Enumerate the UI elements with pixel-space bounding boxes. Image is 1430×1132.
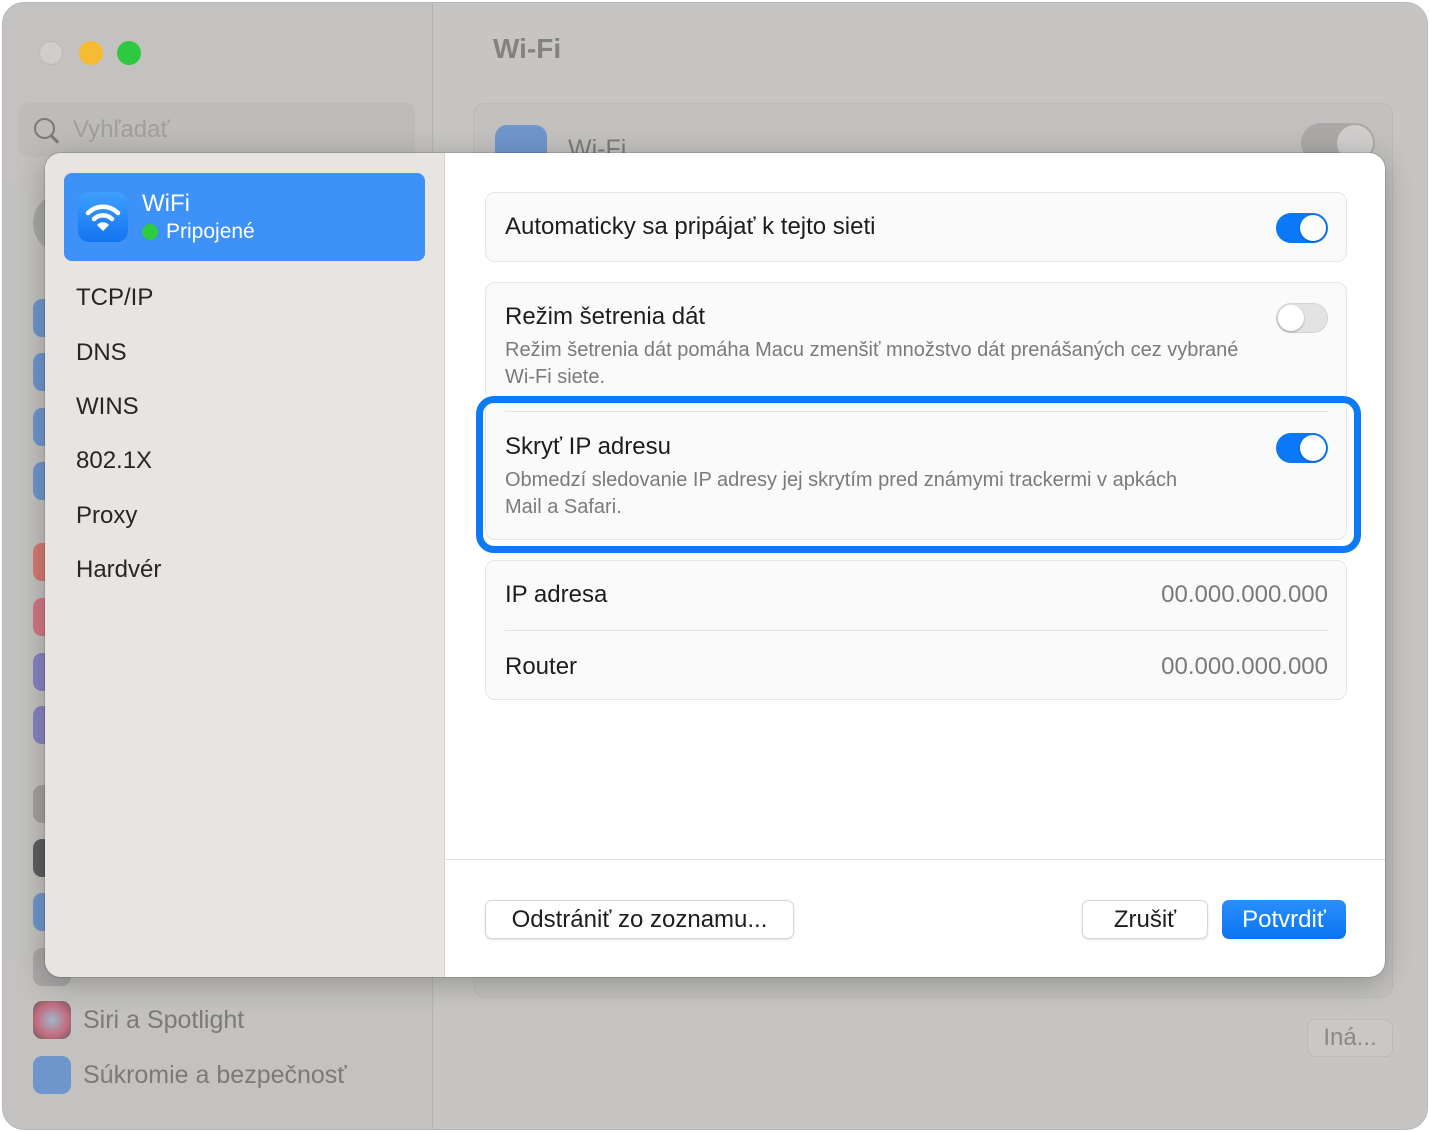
wifi-icon [78,192,128,242]
nav-item-tcpip[interactable]: TCP/IP [76,271,161,325]
low-data-toggle[interactable] [1276,303,1328,333]
privacy-settings-group: Režim šetrenia dát Režim šetrenia dát po… [485,282,1347,540]
dialog-sidebar: WiFi Pripojené TCP/IP DNS WINS 802.1X Pr… [45,153,445,977]
ip-address-value: 00.000.000.000 [1161,581,1328,608]
ip-address-label: IP adresa [505,581,608,608]
hide-ip-description: Obmedzí sledovanie IP adresy jej skrytím… [505,469,1178,518]
sidebar-item-privacy[interactable]: Súkromie a bezpečnosť [83,1061,347,1090]
window-close-button[interactable] [39,41,63,65]
nav-item-8021x[interactable]: 802.1X [76,434,161,488]
network-details-dialog: WiFi Pripojené TCP/IP DNS WINS 802.1X Pr… [45,153,1385,977]
forget-network-button[interactable]: Odstrániť zo zoznamu... [485,900,794,939]
footer-divider [446,859,1385,860]
search-icon [33,117,59,143]
sidebar-item-siri[interactable]: Siri a Spotlight [83,1006,244,1035]
connection-status: Pripojené [166,220,255,243]
router-value: 00.000.000.000 [1161,653,1328,680]
row-divider [505,411,1328,412]
auto-join-toggle[interactable] [1276,213,1328,243]
router-label: Router [505,653,578,680]
low-data-label: Režim šetrenia dát [505,303,706,330]
row-divider [505,630,1328,631]
sidebar-item-wifi[interactable]: WiFi Pripojené [64,173,425,261]
window-minimize-button[interactable] [79,41,103,65]
nav-item-proxy[interactable]: Proxy [76,489,161,543]
ok-button[interactable]: Potvrdiť [1222,900,1346,939]
nav-item-hardware[interactable]: Hardvér [76,543,161,597]
siri-icon[interactable] [33,1001,71,1039]
connected-status-dot [142,224,158,240]
cancel-button[interactable]: Zrušiť [1082,900,1208,939]
ip-info-group: IP adresa 00.000.000.000 Router 00.000.0… [485,560,1347,700]
low-data-description: Režim šetrenia dát pomáha Macu zmenšiť m… [505,339,1239,388]
search-placeholder: Vyhľadať [73,116,170,143]
hide-ip-toggle[interactable] [1276,433,1328,463]
window-zoom-button[interactable] [117,41,141,65]
other-networks-button[interactable]: Iná... [1307,1019,1393,1057]
hand-icon[interactable] [33,1056,71,1094]
hide-ip-label: Skryť IP adresu [505,433,671,460]
nav-item-dns[interactable]: DNS [76,325,161,379]
page-title: Wi-Fi [493,33,562,64]
nav-item-wins[interactable]: WINS [76,380,161,434]
auto-join-label: Automaticky sa pripájať k tejto sieti [505,213,876,240]
auto-join-row: Automaticky sa pripájať k tejto sieti [485,192,1347,262]
network-name: WiFi [142,190,190,217]
dialog-main: Automaticky sa pripájať k tejto sieti Re… [446,153,1385,977]
dialog-nav-list: TCP/IP DNS WINS 802.1X Proxy Hardvér [76,271,161,597]
search-field[interactable]: Vyhľadať [19,103,415,157]
